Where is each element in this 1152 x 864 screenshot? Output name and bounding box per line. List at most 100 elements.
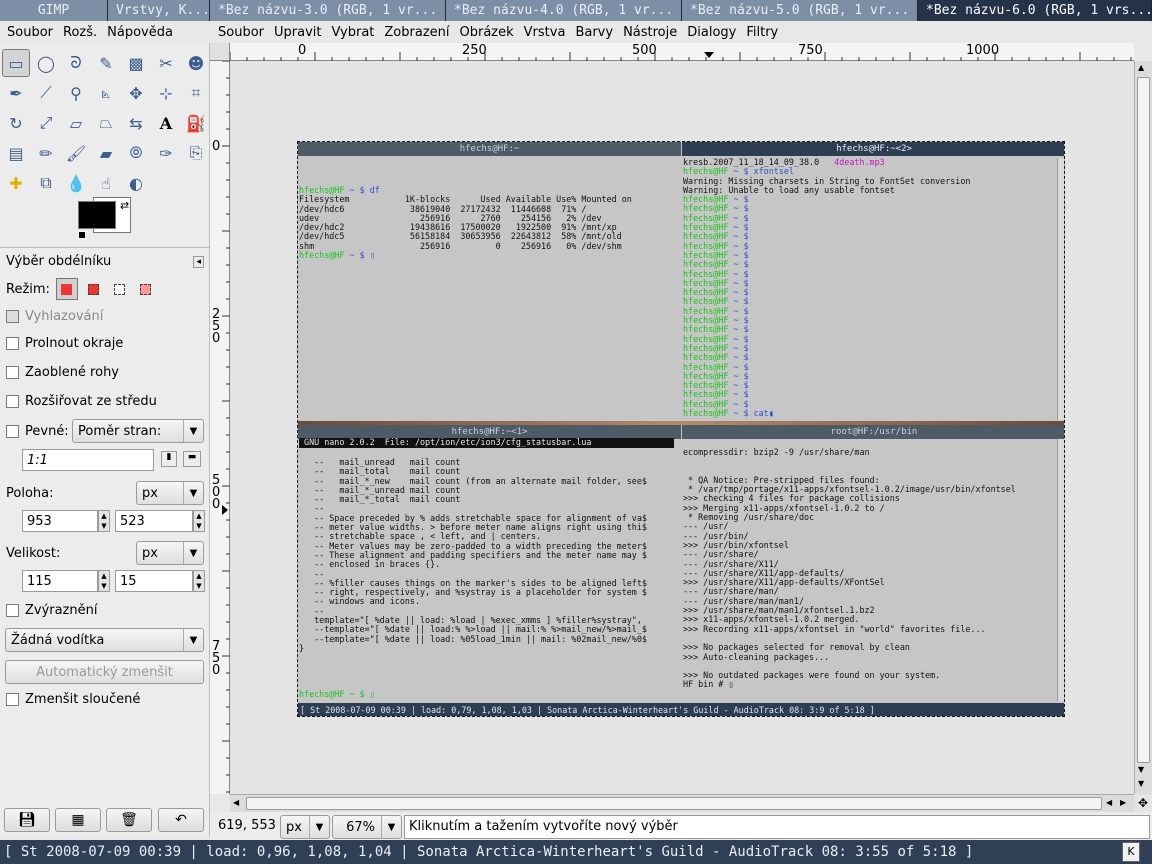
blend-icon[interactable]: ▤ bbox=[2, 139, 30, 167]
vertical-scrollbar[interactable]: ▲ ▼ ▼ bbox=[1134, 61, 1152, 794]
horizontal-scrollbar[interactable]: ◀ ◀ ▶ bbox=[230, 794, 1134, 812]
crop-icon[interactable]: ⌗ bbox=[182, 79, 210, 107]
tab-image-5[interactable]: *Bez názvu-5.0 (RGB, 1 vr... bbox=[682, 0, 918, 21]
swap-colors-icon[interactable]: ⇄ bbox=[120, 199, 129, 212]
image-content[interactable]: hfechs@HF:~ hfechs@HF ~ $ df Filesystem 1… bbox=[297, 141, 1065, 717]
menu-file[interactable]: Soubor bbox=[213, 25, 269, 40]
status-unit-dropdown[interactable]: px ▼ bbox=[280, 815, 330, 839]
restore-options-button[interactable]: ▦ bbox=[55, 808, 101, 832]
tab-gimp[interactable]: GIMP bbox=[0, 0, 108, 21]
zoom-dropdown[interactable]: 67% ▼ bbox=[332, 815, 402, 839]
shrink-merged-checkbox[interactable] bbox=[6, 693, 19, 706]
scroll-down-icon[interactable]: ▼ bbox=[1138, 779, 1144, 788]
terminal-scrollbar[interactable] bbox=[1057, 158, 1064, 420]
save-options-button[interactable]: 💾︎ bbox=[4, 808, 50, 832]
feather-option[interactable]: Prolnout okraje bbox=[6, 336, 123, 351]
eraser-icon[interactable]: ▰ bbox=[92, 139, 120, 167]
highlight-option[interactable]: Zvýraznění bbox=[6, 603, 98, 618]
position-x-input[interactable]: 953 bbox=[22, 510, 98, 532]
mode-subtract-icon[interactable] bbox=[110, 279, 130, 299]
scissors-icon[interactable]: ✂ bbox=[152, 49, 180, 77]
flip-icon[interactable]: ⇆ bbox=[122, 109, 150, 137]
scroll-right-icon[interactable]: ▶ bbox=[1120, 798, 1126, 807]
menu-help[interactable]: Nápověda bbox=[102, 25, 178, 40]
scroll-thumb[interactable] bbox=[1137, 77, 1150, 763]
tab-layers[interactable]: Vrstvy, K... bbox=[108, 0, 210, 21]
menu-dialogs[interactable]: Dialogy bbox=[682, 25, 741, 40]
heal-icon[interactable]: ✚ bbox=[2, 169, 30, 197]
lasso-icon[interactable]: ᘐ bbox=[62, 49, 90, 77]
paintbrush-icon[interactable]: 🖌 bbox=[62, 139, 90, 167]
align-icon[interactable]: ⊹ bbox=[152, 79, 180, 107]
ratio-input[interactable]: 1:1 bbox=[22, 449, 154, 471]
scroll-thumb[interactable] bbox=[246, 797, 1102, 810]
tab-image-3[interactable]: *Bez názvu-3.0 (RGB, 1 vr... bbox=[210, 0, 446, 21]
mode-intersect-icon[interactable] bbox=[136, 279, 156, 299]
menu-layer[interactable]: Vrstva bbox=[519, 25, 571, 40]
mode-add-icon[interactable] bbox=[84, 279, 104, 299]
foreground-select-icon[interactable]: ☻ bbox=[182, 49, 210, 77]
expand-checkbox[interactable] bbox=[6, 395, 19, 408]
zoom-icon[interactable]: ⚲ bbox=[62, 79, 90, 107]
menu-extensions[interactable]: Rozš. bbox=[58, 25, 102, 40]
dodge-burn-icon[interactable]: ◐ bbox=[122, 169, 150, 197]
navigate-icon[interactable]: ✥ bbox=[1134, 794, 1152, 812]
menu-tools[interactable]: Nástroje bbox=[618, 25, 682, 40]
menu-image[interactable]: Obrázek bbox=[455, 25, 519, 40]
rect-select-icon[interactable]: ▭ bbox=[2, 49, 30, 77]
shear-icon[interactable]: ▱ bbox=[62, 109, 90, 137]
size-height-stepper[interactable]: ▲ ▼ bbox=[193, 570, 205, 592]
scroll-left-icon[interactable]: ◀ bbox=[1106, 798, 1112, 807]
airbrush-icon[interactable]: ⦾ bbox=[122, 139, 150, 167]
text-icon[interactable]: A bbox=[152, 109, 180, 137]
menu-edit[interactable]: Upravit bbox=[269, 25, 326, 40]
autoshrink-button[interactable]: Automatický zmenšit bbox=[5, 660, 204, 684]
ellipse-select-icon[interactable]: ◯ bbox=[32, 49, 60, 77]
menu-filters[interactable]: Filtry bbox=[741, 25, 783, 40]
size-width-stepper[interactable]: ▲ ▼ bbox=[98, 570, 110, 592]
foreground-color-swatch[interactable] bbox=[78, 201, 116, 229]
position-y-stepper[interactable]: ▲ ▼ bbox=[193, 510, 205, 532]
vertical-ruler[interactable]: 0 250 500 750 bbox=[210, 61, 230, 794]
perspective-icon[interactable]: ⏢ bbox=[92, 109, 120, 137]
scroll-left-icon[interactable]: ◀ bbox=[233, 798, 239, 807]
tab-image-4[interactable]: *Bez názvu-4.0 (RGB, 1 vr... bbox=[446, 0, 682, 21]
scroll-up-icon[interactable]: ▲ bbox=[1138, 63, 1144, 72]
rounded-checkbox[interactable] bbox=[6, 366, 19, 379]
position-x-stepper[interactable]: ▲ ▼ bbox=[98, 510, 110, 532]
guides-dropdown[interactable]: Žádná vodítka ▼ bbox=[5, 628, 204, 652]
rotate-icon[interactable]: ↻ bbox=[2, 109, 30, 137]
menu-file[interactable]: Soubor bbox=[2, 25, 58, 40]
size-width-input[interactable]: 115 bbox=[22, 570, 98, 592]
expand-option[interactable]: Rozšiřovat ze středu bbox=[6, 394, 157, 409]
pencil-icon[interactable]: ✏ bbox=[32, 139, 60, 167]
position-y-input[interactable]: 523 bbox=[115, 510, 193, 532]
fixed-option[interactable]: Pevné: bbox=[6, 424, 69, 439]
mode-replace-icon[interactable] bbox=[55, 278, 78, 300]
paths-icon[interactable]: ✒ bbox=[2, 79, 30, 107]
antialias-option[interactable]: Vyhlazování bbox=[6, 309, 103, 324]
menu-colors[interactable]: Barvy bbox=[570, 25, 618, 40]
bucket-fill-icon[interactable]: ⛽ bbox=[182, 109, 210, 137]
reset-options-button[interactable]: ↶ bbox=[158, 808, 204, 832]
horizontal-ruler[interactable]: 0 250 500 750 1000 bbox=[230, 43, 1134, 61]
fixed-mode-dropdown[interactable]: Poměr stran: ▼ bbox=[72, 419, 204, 443]
measure-icon[interactable]: ⦝ bbox=[92, 79, 120, 107]
smudge-icon[interactable]: ☝ bbox=[92, 169, 120, 197]
panel-menu-icon[interactable]: ◂ bbox=[193, 255, 204, 268]
portrait-icon[interactable]: ▮ bbox=[161, 451, 177, 467]
color-select-icon[interactable]: ▩ bbox=[122, 49, 150, 77]
shrink-merged-option[interactable]: Zmenšit sloučené bbox=[6, 692, 140, 707]
clone-icon[interactable]: ⎘ bbox=[182, 139, 210, 167]
position-unit-dropdown[interactable]: px ▼ bbox=[136, 481, 204, 505]
landscape-icon[interactable]: ▬ bbox=[183, 451, 201, 467]
highlight-checkbox[interactable] bbox=[6, 604, 19, 617]
rounded-option[interactable]: Zaoblené rohy bbox=[6, 365, 119, 380]
menu-select[interactable]: Vybrat bbox=[326, 25, 379, 40]
systray-icon[interactable]: K bbox=[1122, 842, 1140, 862]
feather-checkbox[interactable] bbox=[6, 337, 19, 350]
scroll-down-icon[interactable]: ▼ bbox=[1138, 765, 1144, 774]
color-picker-icon[interactable]: ⟋ bbox=[32, 79, 60, 107]
move-icon[interactable]: ✥ bbox=[122, 79, 150, 107]
fixed-checkbox[interactable] bbox=[6, 425, 19, 438]
